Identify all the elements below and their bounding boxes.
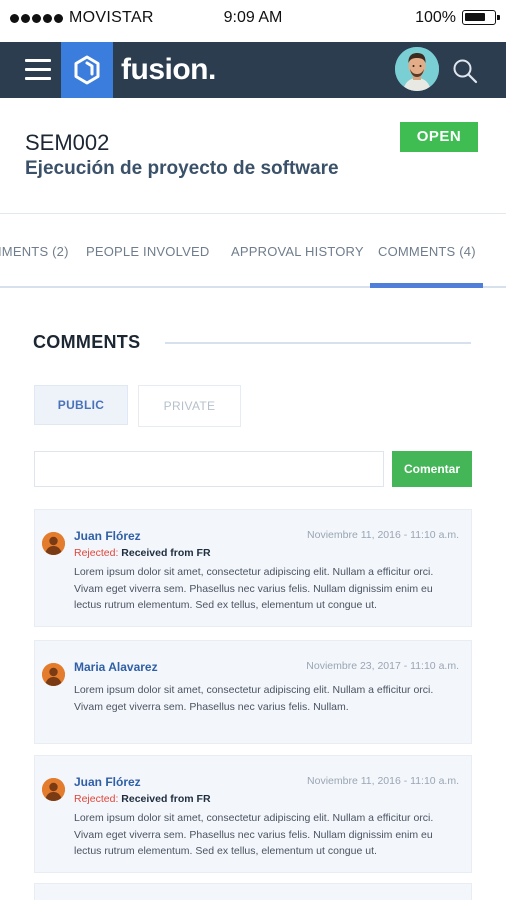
brand-name: fusion.: [121, 53, 216, 86]
comment-body: Lorem ipsum dolor sit amet, consectetur …: [74, 810, 459, 860]
section-divider: [165, 342, 471, 344]
status-text: Received from FR: [121, 547, 211, 559]
comment-line: Lorem ipsum dolor sit amet, consectetur …: [74, 812, 434, 824]
comment-line: Vivam eget viverra sem. Phasellus nec va…: [74, 828, 433, 841]
comment-date: Noviembre 23, 2017 - 11:10 a.m.: [306, 660, 459, 672]
comment-input[interactable]: [34, 451, 384, 487]
comment-line: Vivam eget viverra sem. Phasellus nec va…: [74, 582, 433, 595]
active-tab-indicator: [370, 283, 483, 288]
comment-date: Noviembre 11, 2016 - 11:10 a.m.: [307, 529, 459, 541]
fusion-hexagon-icon[interactable]: [61, 42, 113, 98]
avatar: [42, 663, 65, 686]
battery-icon: [462, 10, 500, 25]
comment-author: Juan Flórez: [74, 529, 141, 543]
comment-body: Lorem ipsum dolor sit amet, consectetur …: [74, 564, 459, 614]
request-code: SEM002: [25, 130, 110, 155]
private-toggle-button[interactable]: PRIVATE: [138, 385, 241, 427]
comment-line: Vivam eget viverra sem. Phasellus nec va…: [74, 700, 349, 713]
tab-people-involved[interactable]: PEOPLE INVOLVED: [86, 244, 209, 259]
tab-approval-history[interactable]: APPROVAL HISTORY: [231, 244, 364, 259]
section-title: COMMENTS: [33, 332, 141, 352]
battery-percent: 100%: [415, 9, 456, 26]
comment-card-partial: [34, 883, 472, 900]
status-label: Rejected:: [74, 793, 119, 805]
hamburger-icon[interactable]: [25, 59, 51, 81]
public-toggle-button[interactable]: PUBLIC: [34, 385, 128, 425]
avatar: [42, 532, 65, 555]
status-badge: OPEN: [400, 122, 478, 152]
user-avatar[interactable]: [395, 47, 439, 91]
comment-card: Juan Flórez Noviembre 11, 2016 - 11:10 a…: [34, 509, 472, 627]
comment-line: lectus rutrum elementum. Sed ex tellus, …: [74, 845, 377, 857]
status-text: Received from FR: [121, 793, 211, 805]
status-bar: MOVISTAR 9:09 AM 100%: [0, 0, 506, 36]
tab-attachments[interactable]: IMENTS (2): [0, 244, 69, 259]
comment-date: Noviembre 11, 2016 - 11:10 a.m.: [307, 775, 459, 787]
tab-bar: IMENTS (2) PEOPLE INVOLVED APPROVAL HIST…: [0, 214, 506, 290]
comment-card: Juan Flórez Noviembre 11, 2016 - 11:10 a…: [34, 755, 472, 873]
page-title: Ejecución de proyecto de software: [25, 158, 339, 179]
comment-author: Maria Alavarez: [74, 660, 158, 674]
comment-author: Juan Flórez: [74, 775, 141, 789]
comment-line: Lorem ipsum dolor sit amet, consectetur …: [74, 684, 434, 696]
tab-comments[interactable]: COMMENTS (4): [378, 244, 476, 259]
app-bar: fusion.: [0, 42, 506, 98]
request-header: SEM002 Ejecución de proyecto de software…: [0, 98, 506, 214]
comment-line: lectus rutrum elementum. Sed ex tellus, …: [74, 599, 377, 611]
avatar: [42, 778, 65, 801]
comment-status: Rejected: Received from FR: [74, 547, 211, 559]
comment-line: Lorem ipsum dolor sit amet, consectetur …: [74, 566, 434, 578]
comments-panel: COMMENTS PUBLIC PRIVATE Comentar Juan Fl…: [0, 290, 506, 900]
comment-status: Rejected: Received from FR: [74, 793, 211, 805]
comment-submit-button[interactable]: Comentar: [392, 451, 472, 487]
comment-body: Lorem ipsum dolor sit amet, consectetur …: [74, 682, 459, 715]
search-icon[interactable]: [451, 57, 479, 85]
status-label: Rejected:: [74, 547, 119, 559]
comment-card: Maria Alavarez Noviembre 23, 2017 - 11:1…: [34, 640, 472, 744]
